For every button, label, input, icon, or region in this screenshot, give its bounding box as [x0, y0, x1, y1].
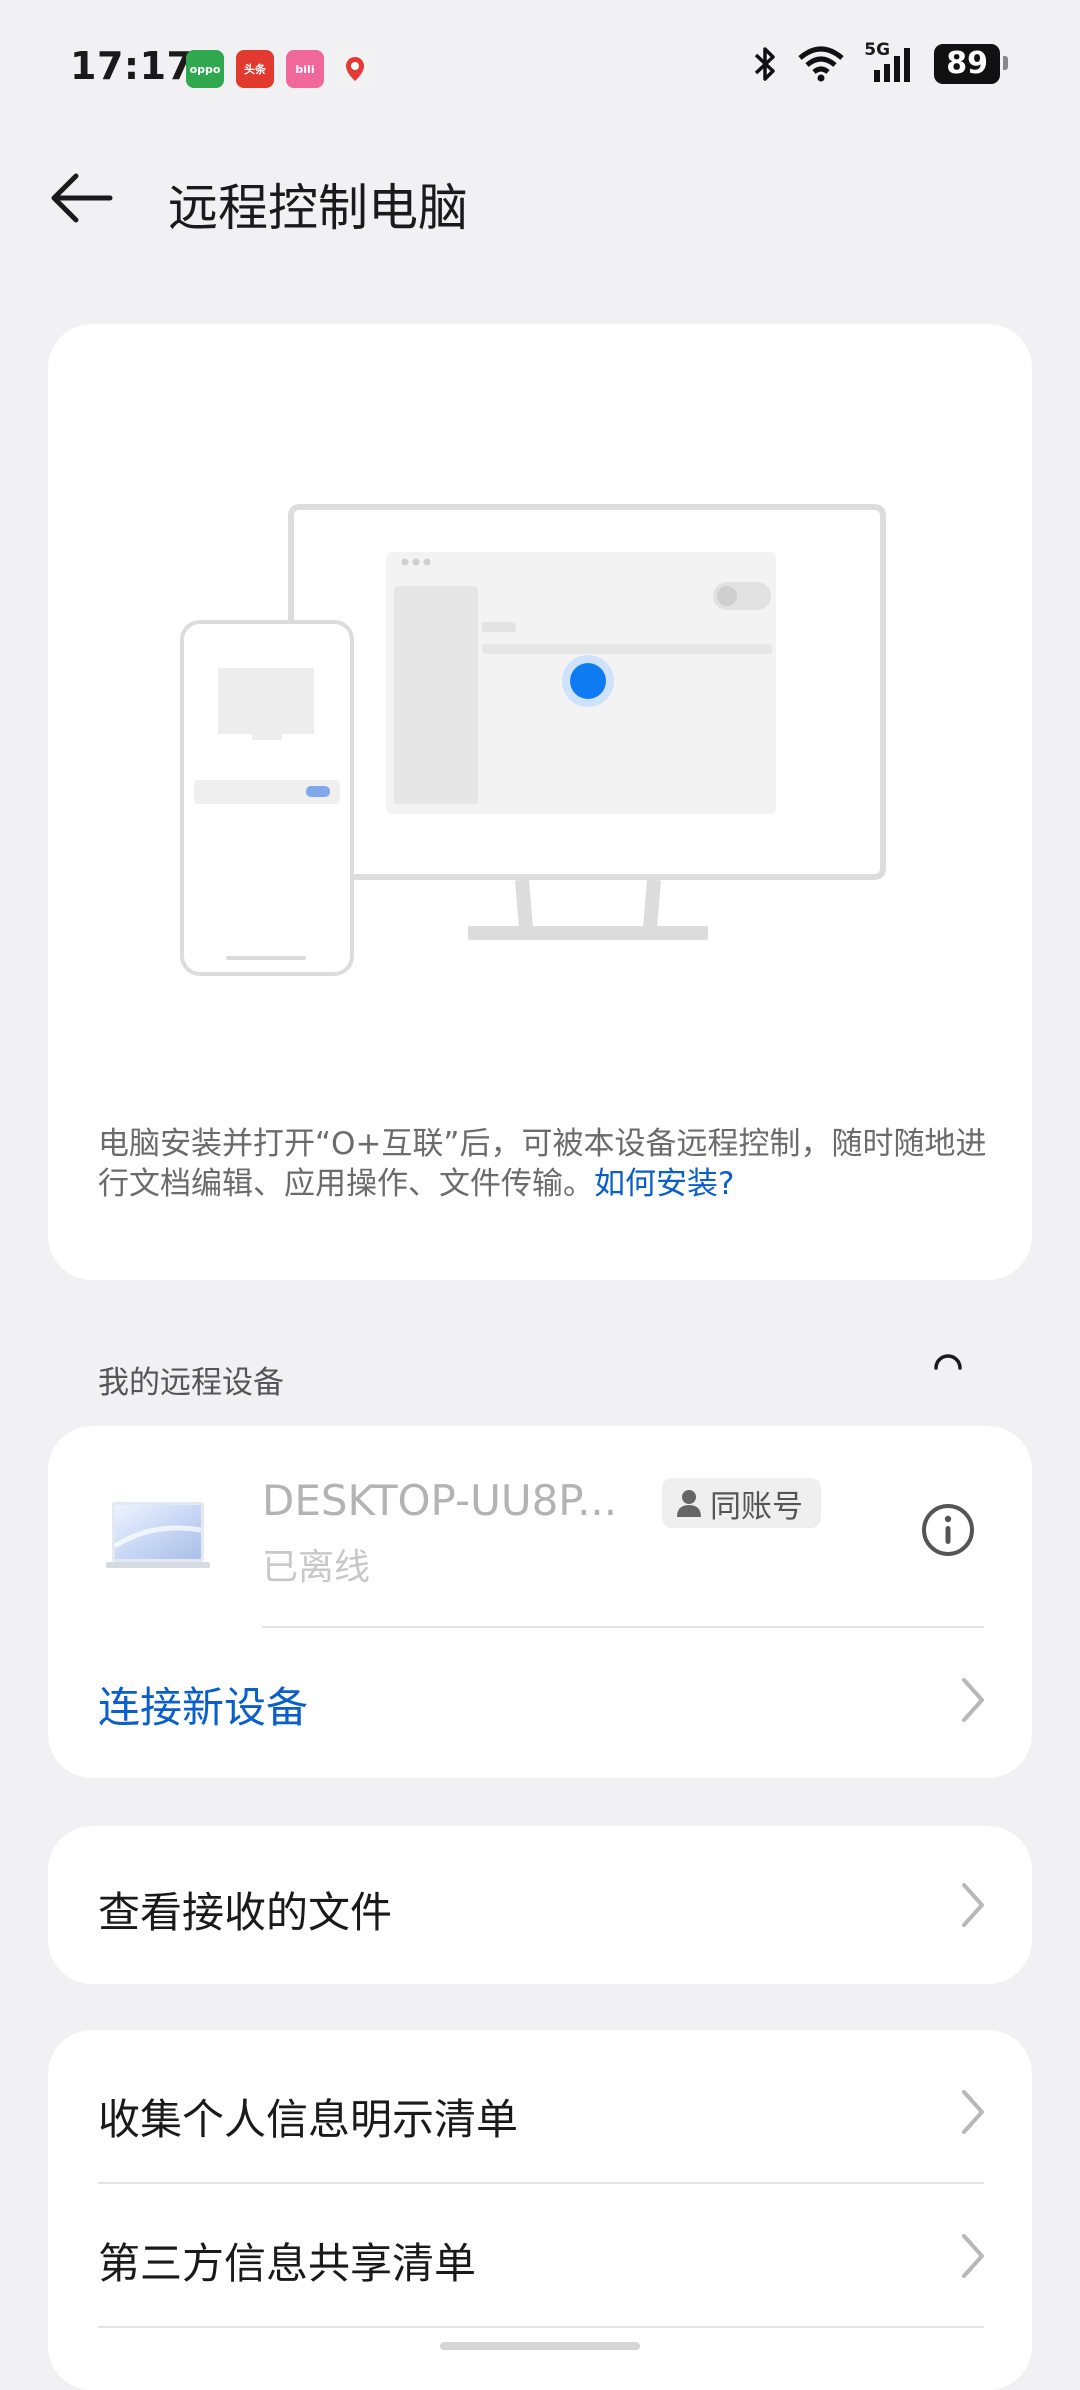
connect-new-device-row[interactable]: 连接新设备 [48, 1630, 1032, 1770]
view-received-files-row[interactable]: 查看接收的文件 [48, 1835, 1032, 1975]
info-icon[interactable] [920, 1502, 976, 1558]
page-title: 远程控制电脑 [168, 179, 468, 237]
device-status: 已离线 [262, 1547, 371, 1588]
system-icons: 5G 89 [752, 40, 1008, 84]
status-time: 17:17 [70, 44, 194, 88]
how-to-install-link[interactable]: 如何安装? [594, 1166, 734, 1202]
battery-indicator: 89 [934, 44, 1008, 84]
device-name: DESKTOP-UU8P... [262, 1476, 618, 1525]
intro-card: 电脑安装并打开“O+互联”后，可被本设备远程控制，随时随地进行文档编辑、应用操作… [48, 324, 1032, 1280]
arrow-left-icon [51, 173, 113, 223]
received-files-card: 查看接收的文件 [48, 1826, 1032, 1984]
laptop-icon [106, 1502, 210, 1568]
divider [262, 1626, 984, 1628]
bluetooth-icon [755, 47, 775, 81]
personal-info-list-label: 收集个人信息明示清单 [98, 2095, 519, 2144]
notification-icons: oppo 头条 bili [186, 50, 374, 88]
home-indicator[interactable] [440, 2342, 640, 2350]
oppo-app-icon: oppo [186, 50, 224, 88]
devices-card: DESKTOP-UU8P... 同账号 已离线 连接新设备 [48, 1426, 1032, 1778]
intro-description: 电脑安装并打开“O+互联”后，可被本设备远程控制，随时随地进行文档编辑、应用操作… [98, 1124, 998, 1204]
chevron-right-icon [962, 2234, 984, 2278]
bilibili-app-icon: bili [286, 50, 324, 88]
privacy-card: 收集个人信息明示清单 第三方信息共享清单 [48, 2030, 1032, 2390]
remote-control-illustration [180, 504, 886, 976]
third-party-sharing-label: 第三方信息共享清单 [98, 2239, 477, 2288]
wifi-icon [798, 46, 844, 82]
chevron-right-icon [962, 2090, 984, 2134]
person-icon [677, 1490, 701, 1517]
intro-text: 电脑安装并打开“O+互联”后，可被本设备远程控制，随时随地进行文档编辑、应用操作… [98, 1126, 987, 1202]
back-button[interactable] [48, 168, 120, 228]
status-bar: 17:17 oppo 头条 bili 5G 89 [0, 0, 1080, 140]
chevron-right-icon [962, 1678, 984, 1722]
divider [98, 2326, 984, 2328]
divider [98, 2182, 984, 2184]
chevron-right-icon [962, 1883, 984, 1927]
section-label-my-devices: 我的远程设备 [98, 1365, 284, 1401]
toutiao-app-icon: 头条 [236, 50, 274, 88]
view-received-files-label: 查看接收的文件 [98, 1888, 393, 1937]
third-party-sharing-row[interactable]: 第三方信息共享清单 [48, 2186, 1032, 2326]
device-row[interactable]: DESKTOP-UU8P... 同账号 已离线 [48, 1426, 1032, 1630]
loading-spinner-icon [934, 1354, 962, 1370]
map-app-icon [336, 50, 374, 88]
app-header: 远程控制电脑 [0, 150, 1080, 250]
personal-info-list-row[interactable]: 收集个人信息明示清单 [48, 2042, 1032, 2182]
same-account-badge: 同账号 [662, 1478, 821, 1528]
badge-label: 同账号 [710, 1488, 803, 1525]
cellular-signal-icon: 5G [864, 40, 916, 84]
connect-new-device-label: 连接新设备 [98, 1683, 309, 1732]
